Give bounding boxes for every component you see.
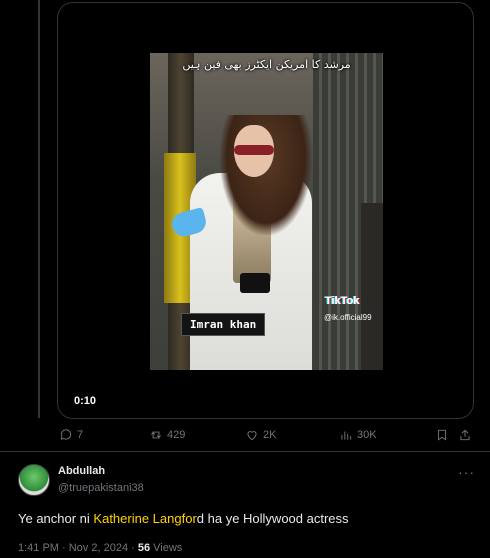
share-icon (460, 429, 470, 441)
reply-count: 7 (77, 429, 84, 441)
bookmark-icon (438, 429, 446, 441)
repost-button[interactable]: 429 (149, 428, 185, 442)
author-name[interactable]: Abdullah (58, 465, 105, 477)
video-name-label: Imran khan (181, 313, 266, 336)
more-icon[interactable]: ··· (458, 464, 475, 480)
repost-icon (151, 431, 161, 439)
reply-icon (60, 429, 72, 440)
avatar[interactable] (18, 464, 50, 496)
analytics-icon (341, 431, 352, 440)
tiktok-handle: @ik.official99 (324, 313, 372, 322)
views-count: 30K (357, 429, 377, 441)
action-bar: 7 429 2K 30K (57, 428, 474, 446)
tweet-text: Ye anchor ni Katherine Langford ha ye Ho… (18, 511, 349, 526)
bg-person-right (361, 203, 383, 370)
reply-button[interactable]: 7 (59, 428, 83, 442)
phone (240, 273, 270, 293)
heart-icon (247, 431, 257, 441)
repost-count: 429 (167, 429, 186, 441)
video-caption: مرشد کا امریکن ایکٹرز بھی فین ہیں (182, 58, 351, 71)
tweet-meta: 1:41 PM · Nov 2, 2024 · 56 Views (18, 542, 182, 554)
bookmark-button[interactable] (435, 428, 449, 442)
like-button[interactable]: 2K (245, 428, 276, 442)
divider (0, 451, 490, 452)
video-player[interactable]: مرشد کا امریکن ایکٹرز بھی فین ہیں Imran … (57, 2, 474, 419)
person-sunglasses (234, 145, 274, 155)
share-button[interactable] (458, 428, 472, 442)
thread-line (38, 0, 40, 418)
tweet-text-end: d ha ye Hollywood actress (196, 511, 349, 526)
video-frame[interactable]: مرشد کا امریکن ایکٹرز بھی فین ہیں Imran … (150, 53, 383, 370)
tweet-views-label: Views (150, 542, 183, 554)
tweet-text-start: Ye anchor ni (18, 511, 94, 526)
tiktok-logo: TikTok (325, 295, 360, 307)
like-count: 2K (263, 429, 277, 441)
views-button[interactable]: 30K (339, 428, 377, 442)
tweet-text-highlight: Katherine Langfor (93, 511, 197, 526)
tweet-views-count: 56 (137, 542, 151, 554)
author-handle[interactable]: @truepakistani38 (58, 482, 144, 494)
tweet-timestamp[interactable]: 1:41 PM · Nov 2, 2024 · (18, 542, 138, 554)
video-duration: 0:10 (74, 395, 97, 407)
